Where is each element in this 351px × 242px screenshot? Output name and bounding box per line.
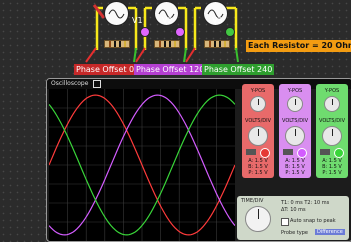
sine-wave-icon	[108, 9, 125, 19]
ch2-toggle-button[interactable]	[283, 149, 293, 155]
ch1-voltsdiv-knob[interactable]	[248, 126, 268, 146]
timediv-label: TIME/DIV	[241, 198, 264, 204]
ch3-ypos-label: Y-POS	[324, 88, 340, 94]
channel-1-controls: Y-POS VOLTS/DIV A: 1.5 V B: 1.5 V P: 1.5…	[242, 84, 274, 178]
ch1-ypos-knob[interactable]	[250, 96, 266, 112]
ch2-ypos-knob[interactable]	[287, 96, 303, 112]
phase-label-0: Phase Offset 0	[74, 64, 137, 75]
scope-screen	[49, 89, 235, 241]
ch1-probe-indicator[interactable]	[260, 148, 270, 158]
ch1-ypos-label: Y-POS	[250, 88, 266, 94]
cursor-readout-line1: T1: 0 ms T2: 10 ms	[281, 200, 330, 206]
resistor-1[interactable]	[104, 40, 130, 48]
ch3-voltsdiv-label: VOLTS/DIV	[318, 118, 346, 124]
probe-node-v3[interactable]	[225, 27, 235, 37]
ch2-probe-indicator[interactable]	[297, 148, 307, 158]
ch3-ypos-knob[interactable]	[324, 96, 340, 112]
oscilloscope-window: Oscilloscope Y-POS VOLTS/DIV A: 1.5 V B:…	[46, 78, 351, 242]
channel-3-controls: Y-POS VOLTS/DIV A: 1.5 V B: 1.5 V P: 1.5…	[316, 84, 348, 178]
ch2-ypos-label: Y-POS	[287, 88, 303, 94]
ch1-voltsdiv-label: VOLTS/DIV	[244, 118, 272, 124]
resistor-note: Each Resistor = 20 Ohms	[246, 40, 351, 52]
channel-2-controls: Y-POS VOLTS/DIV A: 1.5 V B: 1.5 V P: 1.5…	[279, 84, 311, 178]
ch3-probe-indicator[interactable]	[334, 148, 344, 158]
ch3-readout-p: P: 1.5 V	[322, 170, 342, 176]
source-label-v2: V2	[162, 16, 173, 25]
timebase-controls: TIME/DIV T1: 0 ms T2: 10 ms ΔT: 10 ms Au…	[237, 196, 349, 240]
auto-snap-checkbox[interactable]	[281, 218, 289, 226]
timediv-knob[interactable]	[245, 206, 271, 232]
ch2-voltsdiv-label: VOLTS/DIV	[281, 118, 309, 124]
source-label-v1: V1	[132, 16, 143, 25]
screenshot-icon[interactable]	[93, 80, 101, 88]
ch3-toggle-button[interactable]	[320, 149, 330, 155]
auto-snap-label: Auto snap to peak	[290, 218, 336, 224]
ch2-readout-p: P: 1.5 V	[285, 170, 305, 176]
oscilloscope-title: Oscilloscope	[51, 80, 89, 87]
probe-node-v1[interactable]	[140, 27, 150, 37]
ch1-toggle-button[interactable]	[246, 149, 256, 155]
probe-type-select[interactable]: Difference	[315, 229, 345, 235]
ch3-voltsdiv-knob[interactable]	[322, 126, 342, 146]
phase-label-120: Phase Offset 120	[134, 64, 207, 75]
ac-source-v1[interactable]	[104, 1, 129, 26]
resistor-3[interactable]	[204, 40, 230, 48]
source-label-v3: V3	[212, 16, 223, 25]
ch1-readout-p: P: 1.5 V	[248, 170, 268, 176]
ch2-voltsdiv-knob[interactable]	[285, 126, 305, 146]
cursor-readout-line2: ΔT: 10 ms	[281, 207, 306, 213]
probe-node-v2[interactable]	[175, 27, 185, 37]
resistor-2[interactable]	[154, 40, 180, 48]
phase-label-240: Phase Offset 240	[202, 64, 275, 75]
probe-type-label: Probe type	[281, 230, 308, 236]
